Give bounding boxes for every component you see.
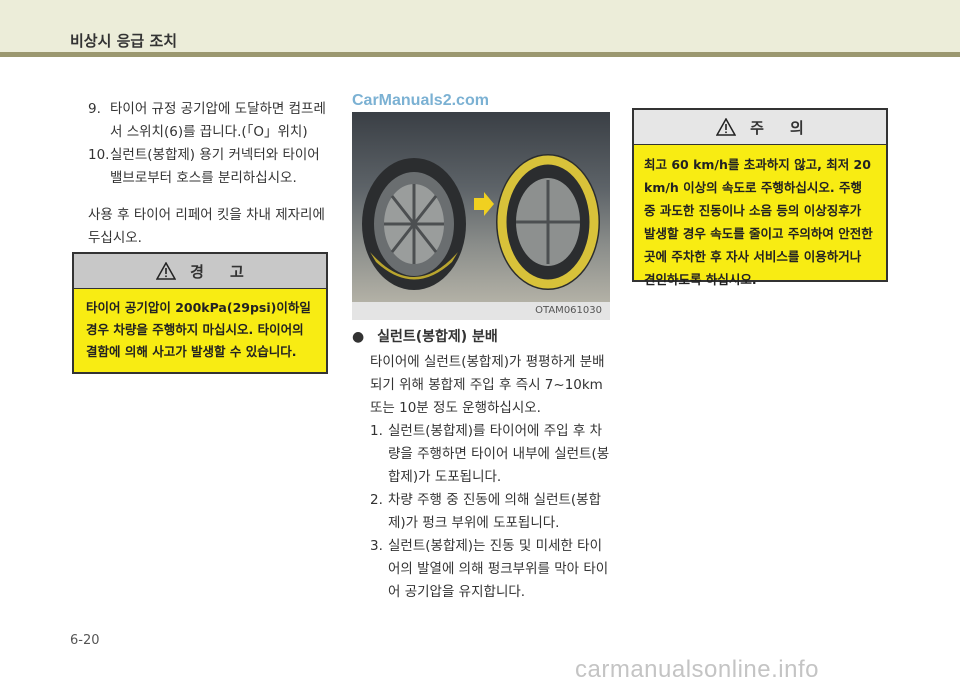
warning-box: 경 고 타이어 공기압이 200kPa(29psi)이하일 경우 차량을 주행하…	[72, 252, 328, 374]
step-number: 9.	[88, 101, 101, 117]
step-text: 타이어 규정 공기압에 도달하면 컴프레서 스위치(6)를 끕니다.(「O」위치…	[110, 101, 326, 140]
list-item: 1. 실런트(봉합제)를 타이어에 주입 후 차량을 주행하면 타이어 내부에 …	[352, 420, 612, 489]
tire-illustration	[362, 154, 600, 290]
section-intro: 타이어에 실런트(봉합제)가 평평하게 분배되기 위해 봉합제 주입 후 즉시 …	[370, 354, 605, 416]
photo-id-label: OTAM061030	[352, 302, 610, 320]
warning-heading-text: 경 고	[190, 262, 244, 281]
left-column: 9. 타이어 규정 공기압에 도달하면 컴프레서 스위치(6)를 끕니다.(「O…	[72, 98, 330, 250]
watermark-top: CarManuals2.com	[352, 92, 489, 109]
caution-triangle-icon	[716, 118, 737, 136]
warning-body: 타이어 공기압이 200kPa(29psi)이하일 경우 차량을 주행하지 마십…	[86, 300, 311, 359]
storage-note: 사용 후 타이어 리페어 킷을 차내 제자리에 두십시오.	[88, 207, 325, 246]
warning-triangle-icon	[156, 262, 177, 280]
section-title: ● 실런트(봉합제) 분배	[352, 326, 612, 349]
step-number: 1.	[370, 423, 383, 439]
list-item: 2. 차량 주행 중 진동에 의해 실런트(봉합제)가 펑크 부위에 도포됩니다…	[352, 489, 612, 535]
page-number: 6-20	[70, 633, 100, 648]
list-item: 10. 실런트(봉합제) 용기 커넥터와 타이어 밸브로부터 호스를 분리하십시…	[72, 144, 330, 190]
caution-heading: 주 의	[634, 110, 886, 145]
step-number: 2.	[370, 492, 383, 508]
caution-body: 최고 60 km/h를 초과하지 않고, 최저 20 km/h 이상의 속도로 …	[644, 157, 873, 287]
header-title: 비상시 응급 조치	[70, 32, 178, 50]
list-item: 9. 타이어 규정 공기압에 도달하면 컴프레서 스위치(6)를 끕니다.(「O…	[72, 98, 330, 144]
step-text: 실런트(봉합제)는 진동 및 미세한 타이어의 발열에 의해 펑크부위를 막아 …	[388, 538, 609, 600]
step-text: 실런트(봉합제) 용기 커넥터와 타이어 밸브로부터 호스를 분리하십시오.	[110, 147, 320, 186]
header-rule	[0, 52, 960, 57]
tire-sealant-photo	[352, 112, 610, 302]
step-number: 3.	[370, 538, 383, 554]
middle-column: ● 실런트(봉합제) 분배 타이어에 실런트(봉합제)가 평평하게 분배되기 위…	[352, 326, 612, 604]
footer-watermark: carmanualsonline.info	[575, 656, 819, 683]
caution-box: 주 의 최고 60 km/h를 초과하지 않고, 최저 20 km/h 이상의 …	[632, 108, 888, 287]
bullet-icon: ●	[352, 329, 365, 345]
warning-heading: 경 고	[74, 254, 326, 289]
caution-heading-text: 주 의	[750, 118, 804, 137]
list-item: 3. 실런트(봉합제)는 진동 및 미세한 타이어의 발열에 의해 펑크부위를 …	[352, 535, 612, 604]
page-header: 비상시 응급 조치	[0, 0, 960, 52]
step-text: 차량 주행 중 진동에 의해 실런트(봉합제)가 펑크 부위에 도포됩니다.	[388, 492, 602, 531]
step-number: 10.	[88, 147, 110, 163]
step-text: 실런트(봉합제)를 타이어에 주입 후 차량을 주행하면 타이어 내부에 실런트…	[388, 423, 610, 485]
section-title-text: 실런트(봉합제) 분배	[377, 329, 498, 345]
